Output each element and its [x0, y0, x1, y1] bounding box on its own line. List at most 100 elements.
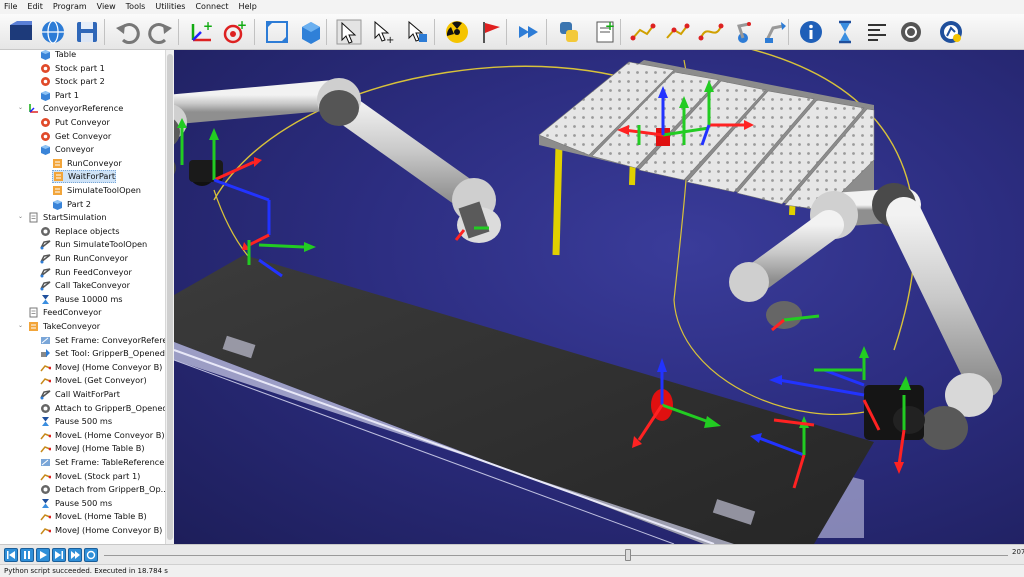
menu-connect[interactable]: Connect [191, 0, 234, 14]
tree-expander-icon[interactable]: ⌄ [18, 323, 24, 329]
tree-item[interactable]: Call TakeConveyor [40, 279, 130, 292]
new-program-button[interactable]: + [590, 17, 620, 47]
play-button[interactable] [36, 548, 50, 562]
program-icon [54, 172, 63, 182]
tree-item[interactable]: FeedConveyor [28, 306, 102, 319]
path-link-button[interactable] [696, 17, 726, 47]
select-tool-button[interactable] [402, 17, 432, 47]
robot-calibrate-button[interactable] [728, 17, 758, 47]
robot-left[interactable] [174, 78, 501, 243]
path-move-button[interactable] [662, 17, 692, 47]
info-button[interactable] [796, 17, 826, 47]
tree-item[interactable]: Get Conveyor [40, 130, 111, 143]
conveyor[interactable] [174, 255, 874, 544]
toolbar-separator [104, 19, 105, 45]
menu-help[interactable]: Help [235, 0, 263, 14]
tree-item[interactable]: StartSimulation [28, 211, 107, 224]
menu-utilities[interactable]: Utilities [151, 0, 191, 14]
record-button[interactable] [84, 548, 98, 562]
view-3d-button[interactable] [296, 17, 326, 47]
tree-item[interactable]: MoveJ (Home Table B) [40, 442, 145, 455]
settool-icon [41, 349, 50, 358]
align-button[interactable] [862, 17, 892, 47]
tree-item[interactable]: Run SimulateToolOpen [40, 238, 147, 251]
fit-view-button[interactable] [262, 17, 292, 47]
menu-edit[interactable]: Edit [23, 0, 49, 14]
tree-item[interactable]: Part 1 [40, 89, 79, 102]
save-button[interactable] [72, 17, 102, 47]
menu-tools[interactable]: Tools [122, 0, 152, 14]
menu-program[interactable]: Program [49, 0, 93, 14]
tree-item[interactable]: Detach from GripperB_Op... [40, 483, 165, 496]
tree-item[interactable]: Attach to GripperB_Opened [40, 402, 165, 415]
pause-button[interactable] [20, 548, 34, 562]
menu-view[interactable]: View [93, 0, 122, 14]
select-move-button[interactable]: + [368, 17, 398, 47]
tree-item[interactable]: Part 2 [52, 198, 91, 211]
tree-item[interactable]: Pause 500 ms [40, 497, 112, 510]
tree-item-label: StartSimulation [43, 212, 107, 223]
tree-item[interactable]: MoveL (Home Table B) [40, 510, 147, 523]
tree-item[interactable]: Pause 500 ms [40, 415, 112, 428]
tree-item[interactable]: MoveL (Stock part 1) [40, 470, 140, 483]
3d-viewport[interactable] [174, 50, 1024, 544]
tree-item[interactable]: Stock part 1 [40, 62, 105, 75]
tree-item[interactable]: Run FeedConveyor [40, 266, 132, 279]
tree-item[interactable]: WaitForPart [52, 170, 117, 184]
tree-item[interactable]: Run RunConveyor [40, 252, 128, 265]
tree-item[interactable]: Conveyor [40, 143, 94, 156]
path-button[interactable] [628, 17, 658, 47]
tree-item[interactable]: Stock part 2 [40, 75, 105, 88]
tree-item[interactable]: RunConveyor [52, 157, 122, 170]
tree-item[interactable]: TakeConveyor [28, 320, 100, 333]
radiation-button[interactable] [442, 17, 472, 47]
robot-tool-button[interactable] [760, 17, 790, 47]
tree-item[interactable]: Put Conveyor [40, 116, 110, 129]
tree-item[interactable]: Table [40, 50, 76, 61]
tree-item[interactable]: ConveyorReference [28, 102, 123, 115]
tree-item-label: Attach to GripperB_Opened [55, 402, 165, 413]
fast-forward-button[interactable] [514, 17, 544, 47]
flag-button[interactable] [476, 17, 506, 47]
add-target-button[interactable]: + [220, 17, 250, 47]
tree-item[interactable]: Replace objects [40, 225, 119, 238]
station-tree[interactable]: Table Stock part 1 Stock part 2 Part 1 Conve… [0, 50, 165, 544]
svg-text:+: + [203, 19, 213, 33]
tree-item[interactable]: Pause 10000 ms [40, 293, 123, 306]
object-icon [41, 145, 50, 156]
select-button[interactable] [334, 17, 364, 47]
file-icon [29, 212, 38, 223]
tree-scrollbar[interactable] [165, 50, 174, 544]
robot-settings-button[interactable] [936, 17, 966, 47]
fast-forward-icon [519, 26, 538, 38]
refresh-button[interactable] [896, 17, 926, 47]
tree-expander-icon[interactable]: ⌄ [18, 214, 24, 220]
redo-button[interactable] [146, 17, 176, 47]
tree-scrollbar-thumb[interactable] [167, 54, 173, 540]
tree-item[interactable]: MoveL (Home Conveyor B) [40, 429, 165, 442]
skip-end-button[interactable] [52, 548, 66, 562]
add-frame-button[interactable]: + [186, 17, 216, 47]
tree-item-label: Call TakeConveyor [55, 280, 131, 291]
tree-item[interactable]: Call WaitForPart [40, 388, 120, 401]
python-button[interactable] [554, 17, 584, 47]
station-button[interactable] [6, 17, 36, 47]
tree-item[interactable]: Set Tool: GripperB_Opened [40, 347, 165, 360]
tree-item[interactable]: Set Frame: ConveyorRefere... [40, 334, 165, 347]
tree-item[interactable]: Set Frame: TableReference [40, 456, 164, 469]
skip-start-button[interactable] [4, 548, 18, 562]
globe-button[interactable] [38, 17, 68, 47]
undo-button[interactable] [112, 17, 142, 47]
robot-right[interactable] [729, 183, 1002, 450]
timeline-track[interactable] [104, 555, 1008, 556]
hourglass-button[interactable] [830, 17, 860, 47]
menu-file[interactable]: File [0, 0, 23, 14]
tree-item[interactable]: MoveL (Get Conveyor) [40, 374, 147, 387]
timeline-slider[interactable] [625, 549, 632, 561]
tree-item[interactable]: MoveJ (Home Conveyor B) [40, 524, 162, 537]
tree-item[interactable]: MoveJ (Home Conveyor B) [40, 361, 162, 374]
fit-view-icon [266, 21, 288, 43]
tree-expander-icon[interactable]: ⌄ [18, 105, 24, 111]
loop-button[interactable] [68, 548, 82, 562]
tree-item[interactable]: SimulateToolOpen [52, 184, 141, 197]
